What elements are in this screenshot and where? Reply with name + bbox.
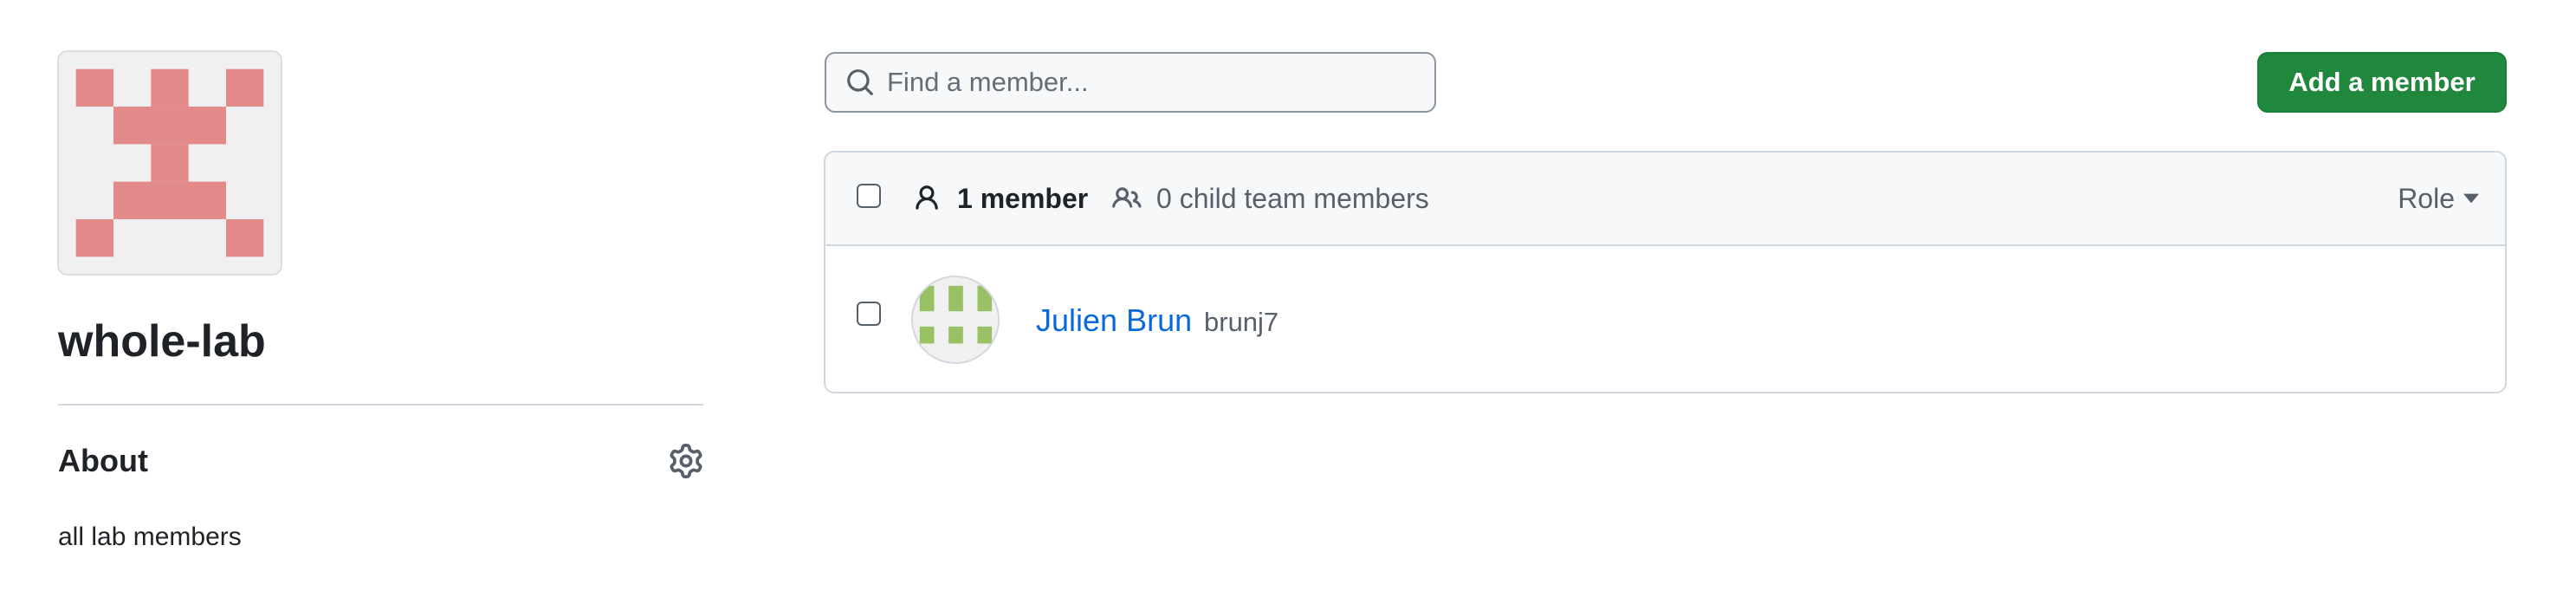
role-filter-label: Role [2398,183,2455,214]
member-list-header: 1 member 0 child team members Role [825,153,2505,246]
member-identicon [913,277,998,362]
caret-down-icon [2463,193,2479,204]
avatar[interactable] [911,276,1000,364]
member-search [825,52,1436,113]
member-login: brunj7 [1204,307,1279,337]
about-heading: About [58,443,148,478]
role-filter-dropdown[interactable]: Role [2398,181,2479,216]
child-team-members-tab[interactable]: 0 child team members [1156,181,1429,216]
people-icon [1112,187,1142,208]
select-all-checkbox[interactable] [857,184,881,208]
team-avatar [57,50,282,276]
team-name: whole-lab [58,316,266,367]
search-icon [847,69,873,95]
team-identicon [59,52,281,274]
gear-icon[interactable] [669,444,703,478]
add-member-button[interactable]: Add a member [2257,52,2507,113]
member-count-tab[interactable]: 1 member [957,181,1088,216]
search-input[interactable] [875,54,1434,111]
member-row: Julien Brun brunj7 [825,246,2505,392]
member-list: 1 member 0 child team members Role Julie… [824,151,2507,393]
about-description: all lab members [58,523,242,551]
member-select-checkbox[interactable] [857,302,881,326]
member-name-link[interactable]: Julien Brun [1036,302,1192,340]
person-icon [916,185,938,210]
sidebar-divider [58,404,703,406]
